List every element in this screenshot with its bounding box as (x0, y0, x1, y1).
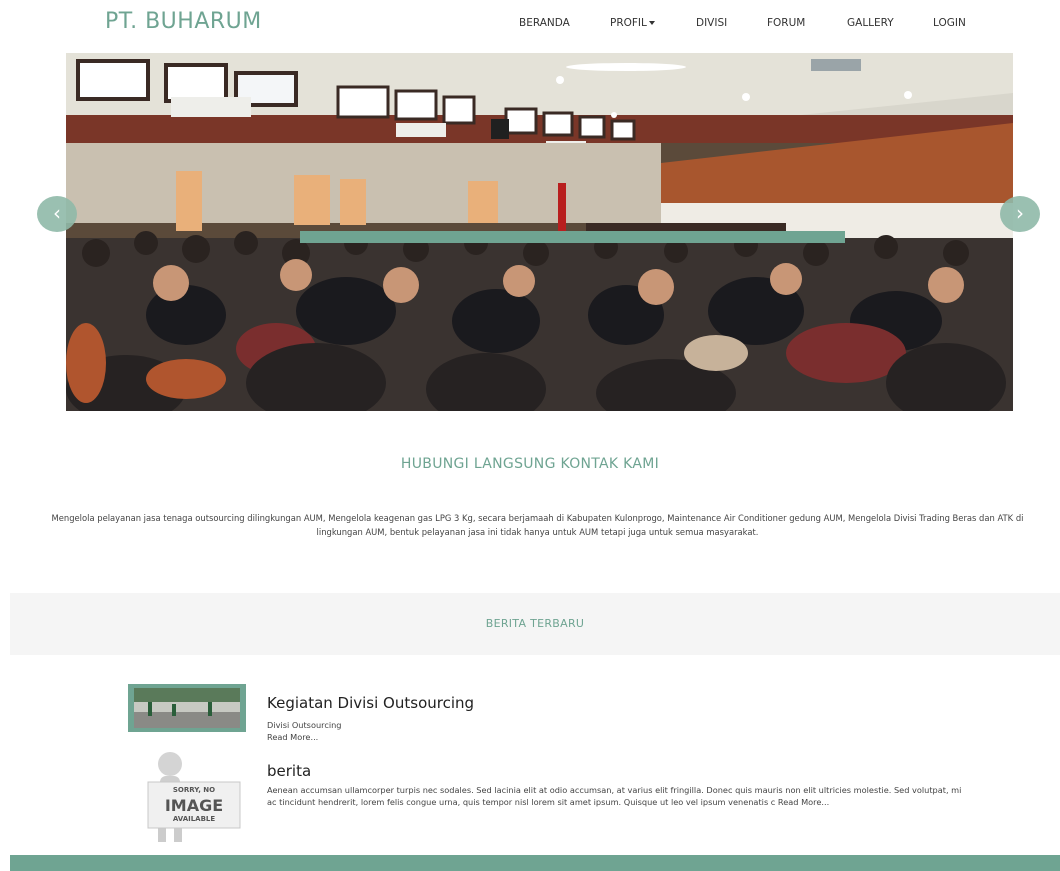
placeholder-line3: AVAILABLE (172, 815, 216, 823)
nav-login[interactable]: LOGIN (933, 17, 966, 31)
chevron-right-icon: › (1016, 201, 1024, 225)
news-section-header: BERITA TERBARU (10, 593, 1060, 655)
hero-carousel[interactable] (66, 53, 1013, 411)
carousel-next-button[interactable]: › (1000, 196, 1040, 232)
chevron-left-icon: ‹ (53, 201, 61, 225)
placeholder-line2: IMAGE (164, 796, 224, 815)
news-heading: BERITA TERBARU (485, 617, 585, 630)
no-image-placeholder[interactable]: SORRY, NO IMAGE AVAILABLE (128, 748, 246, 848)
read-more-link[interactable]: Read More... (267, 732, 318, 743)
brand-logo[interactable]: PT. BUHARUM (105, 9, 262, 34)
nav-profil[interactable]: PROFIL (610, 17, 655, 31)
news-thumbnail[interactable] (128, 684, 246, 732)
nav-forum[interactable]: FORUM (767, 17, 805, 31)
news-item-category: Divisi Outsourcing (267, 720, 342, 730)
news-item-excerpt: Aenean accumsan ullamcorper turpis nec s… (267, 785, 962, 807)
contact-description: Mengelola pelayanan jasa tenaga outsourc… (51, 513, 1024, 537)
nav-profil-label: PROFIL (610, 17, 647, 29)
carousel-prev-button[interactable]: ‹ (37, 196, 77, 232)
contact-heading: HUBUNGI LANGSUNG KONTAK KAMI (400, 456, 660, 472)
placeholder-line1: SORRY, NO (172, 786, 216, 794)
nav-beranda[interactable]: BERANDA (519, 17, 570, 31)
footer-bar (10, 855, 1060, 871)
nav-divisi[interactable]: DIVISI (696, 17, 727, 31)
caret-down-icon (648, 21, 655, 25)
news-item-title[interactable]: berita (267, 762, 311, 780)
carousel-caption-bar (300, 231, 845, 243)
news-item-title[interactable]: Kegiatan Divisi Outsourcing (267, 694, 474, 712)
nav-gallery[interactable]: GALLERY (847, 17, 894, 31)
navbar: PT. BUHARUM BERANDA PROFIL DIVISI FORUM … (0, 0, 1060, 46)
